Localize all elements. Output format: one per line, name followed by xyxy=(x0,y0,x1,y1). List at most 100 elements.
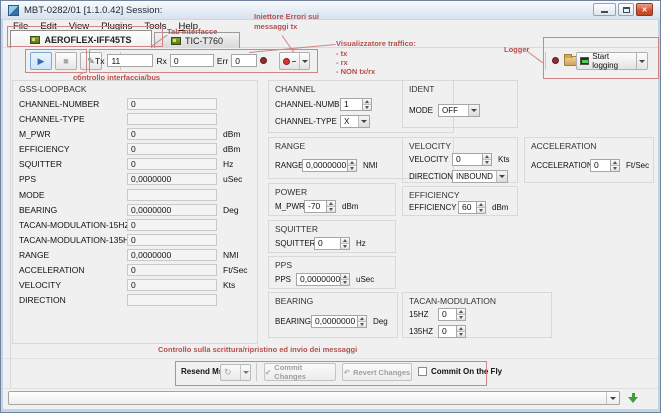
insert-message-button[interactable] xyxy=(627,393,639,404)
annotation-box-traffic xyxy=(89,49,318,73)
close-icon: ✕ xyxy=(642,6,648,14)
annotation-commit: Controllo sulla scrittura/ripristino ed … xyxy=(158,345,357,355)
window-title: MBT-0282/01 [1.1.0.42] Session: xyxy=(24,5,162,16)
spin-down-button[interactable] xyxy=(348,166,356,171)
loopback-row-m-pwr: M_PWR0dBm xyxy=(19,128,253,140)
annotation-error-injector: Iniettore Errori sui messaggi tx xyxy=(254,12,336,31)
dropdown-arrow[interactable] xyxy=(358,116,369,127)
separator-line xyxy=(3,388,658,389)
spin-down-button[interactable] xyxy=(483,160,491,165)
squitter-spinbox[interactable]: 0 xyxy=(314,237,350,250)
spinner[interactable] xyxy=(340,273,350,286)
dropdown-arrow[interactable] xyxy=(606,392,619,404)
group-title: GSS-LOOPBACK xyxy=(19,84,87,94)
ident-mode-combobox[interactable]: OFF xyxy=(438,104,480,117)
spin-down-button[interactable] xyxy=(358,322,366,327)
loopback-value-field: 0 xyxy=(127,128,217,140)
spinner[interactable] xyxy=(357,315,367,328)
app-icon xyxy=(8,5,19,16)
spinner[interactable] xyxy=(362,98,372,111)
minimize-button[interactable] xyxy=(593,3,616,16)
annotation-line-logger xyxy=(526,50,544,64)
loopback-row-bearing: BEARING0,0000000Deg xyxy=(19,204,253,216)
group-acceleration: ACCELERATION ACCELERATION 0 Ft/Sec xyxy=(524,137,654,183)
spinner[interactable] xyxy=(456,308,466,321)
loopback-row-channel-number: CHANNEL-NUMBER0 xyxy=(19,98,253,110)
maximize-button[interactable] xyxy=(618,3,634,16)
tacan-135hz-spinbox[interactable]: 0 xyxy=(438,325,466,338)
spin-down-button[interactable] xyxy=(457,332,465,337)
loopback-value-field: 0 xyxy=(127,219,217,231)
annotation-box-interface-buttons xyxy=(25,49,87,73)
group-squitter: SQUITTER SQUITTER 0 Hz xyxy=(268,220,396,253)
group-pps: PPS PPS 0,0000000 uSec xyxy=(268,256,396,289)
tab-label: TIC-T760 xyxy=(185,36,223,46)
annotation-traffic-title: Visualizzatore traffico: xyxy=(336,39,416,49)
channel-number-spinbox[interactable]: 1 xyxy=(340,98,372,111)
range-spinbox[interactable]: 0,0000000 xyxy=(302,159,357,172)
bearing-spinbox[interactable]: 0,0000000 xyxy=(311,315,367,328)
loopback-row-direction: DIRECTION xyxy=(19,294,253,306)
annotation-box-tabs xyxy=(7,26,163,47)
loopback-value-field: 0 xyxy=(127,279,217,291)
loopback-row-acceleration: ACCELERATION0Ft/Sec xyxy=(19,264,253,276)
channel-type-combobox[interactable]: X xyxy=(340,115,370,128)
spin-down-button[interactable] xyxy=(477,208,485,213)
spin-down-button[interactable] xyxy=(341,280,349,285)
group-bearing: BEARING BEARING 0,0000000 Deg xyxy=(268,292,398,338)
loopback-row-tacan-135hz: TACAN-MODULATION-135HZ0 xyxy=(19,234,253,246)
spinner[interactable] xyxy=(482,153,492,166)
velocity-spinbox[interactable]: 0 xyxy=(452,153,492,166)
loopback-value-field: 0 xyxy=(127,158,217,170)
loopback-row-mode: MODE xyxy=(19,189,253,201)
loopback-value-field xyxy=(127,294,217,306)
loopback-row-range: RANGE0,0000000NMI xyxy=(19,249,253,261)
loopback-value-field xyxy=(127,113,217,125)
pps-spinbox[interactable]: 0,0000000 xyxy=(296,273,350,286)
close-button[interactable]: ✕ xyxy=(636,3,653,16)
loopback-value-field: 0 xyxy=(127,98,217,110)
spin-down-button[interactable] xyxy=(341,244,349,249)
efficiency-spinbox[interactable]: 60 xyxy=(458,201,486,214)
tacan-15hz-spinbox[interactable]: 0 xyxy=(438,308,466,321)
loopback-row-velocity: VELOCITY0Kts xyxy=(19,279,253,291)
app-window: MBT-0282/01 [1.1.0.42] Session: ✕ File E… xyxy=(0,0,661,413)
minimize-icon xyxy=(601,11,608,13)
group-ident: IDENT MODE OFF xyxy=(402,80,518,128)
loopback-row-channel-type: CHANNEL-TYPE xyxy=(19,113,253,125)
spinner[interactable] xyxy=(456,325,466,338)
group-efficiency: EFFICIENCY EFFICIENCY 60 dBm xyxy=(402,186,518,216)
dropdown-arrow[interactable] xyxy=(468,105,479,116)
spinner[interactable] xyxy=(610,159,620,172)
window-border-left xyxy=(1,20,3,412)
spin-down-button[interactable] xyxy=(327,207,335,212)
spinner[interactable] xyxy=(476,201,486,214)
group-power: POWER M_PWR -70 dBm xyxy=(268,183,396,216)
loopback-value-field: 0,0000000 xyxy=(127,204,217,216)
acceleration-spinbox[interactable]: 0 xyxy=(590,159,620,172)
loopback-value-field: 0,0000000 xyxy=(127,249,217,261)
loopback-value-field: 0 xyxy=(127,143,217,155)
spinner[interactable] xyxy=(326,200,336,213)
panel-splitter[interactable] xyxy=(3,48,11,388)
spinner[interactable] xyxy=(347,159,357,172)
spinner[interactable] xyxy=(340,237,350,250)
annotation-traffic-non: - NON tx/rx xyxy=(336,67,375,77)
loopback-row-tacan-15hz: TACAN-MODULATION-15HZ0 xyxy=(19,219,253,231)
loopback-value-field xyxy=(127,189,217,201)
window-border-bottom xyxy=(1,409,660,412)
m-pwr-spinbox[interactable]: -70 xyxy=(304,200,336,213)
direction-combobox[interactable]: INBOUND xyxy=(452,170,508,183)
dropdown-arrow[interactable] xyxy=(496,171,507,182)
annotation-box-commit-row xyxy=(175,361,487,386)
group-velocity: VELOCITY VELOCITY 0 Kts DIRECTION INBOUN… xyxy=(402,137,518,183)
spin-down-button[interactable] xyxy=(363,105,371,110)
annotation-box-logger xyxy=(543,37,659,79)
message-combobox[interactable] xyxy=(8,391,620,405)
maximize-icon xyxy=(623,7,630,13)
loopback-row-pps: PPS0,0000000uSec xyxy=(19,173,253,185)
loopback-value-field: 0,0000000 xyxy=(127,173,217,185)
loopback-value-field: 0 xyxy=(127,234,217,246)
spin-down-button[interactable] xyxy=(611,166,619,171)
spin-down-button[interactable] xyxy=(457,315,465,320)
